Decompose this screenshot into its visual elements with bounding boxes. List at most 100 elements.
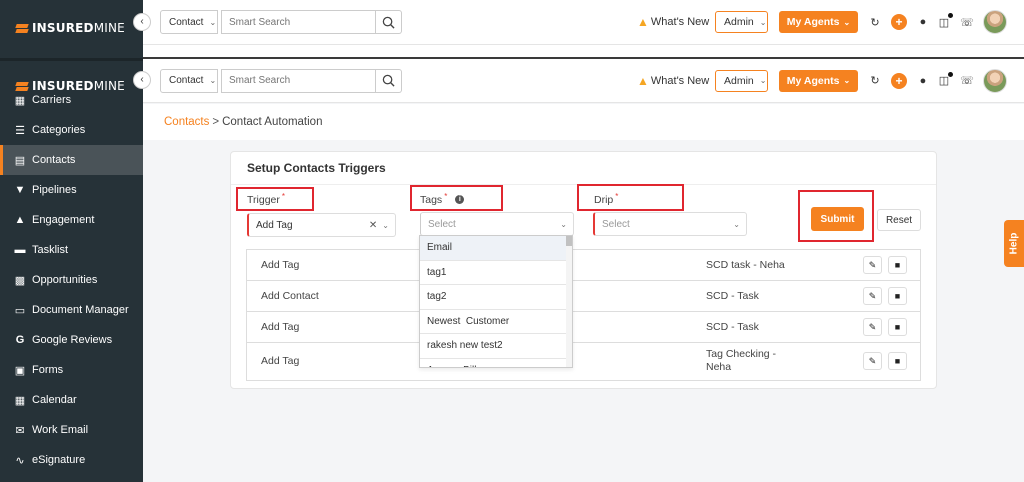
sidebar-item-tasklist[interactable]: ▬ Tasklist [0, 235, 143, 265]
sidebar-item-esignature[interactable]: ∿ eSignature [0, 445, 143, 475]
dropdown-option[interactable]: rakesh new test2 [420, 334, 572, 359]
top-header-secondary: Contact⌄ ▲ What's New Admin⌄ My Agents⌄ … [143, 59, 1024, 103]
phone-icon[interactable]: ☏ [959, 73, 975, 89]
dropdown-option[interactable]: Email [420, 236, 572, 261]
dropdown-option[interactable]: Agency Bill [420, 359, 572, 367]
my-agents-button[interactable]: My Agents ⌄ [779, 11, 858, 33]
help-tab[interactable]: Help [1004, 220, 1024, 267]
refresh-icon[interactable]: ↻ [867, 73, 883, 89]
pencil-icon: ✎ [868, 355, 877, 366]
my-agents-button[interactable]: My Agents ⌄ [779, 69, 858, 92]
avatar[interactable] [983, 68, 1007, 93]
sidebar-item-forms[interactable]: ▣ Forms [0, 355, 143, 385]
add-button[interactable]: + [891, 14, 907, 30]
submit-button[interactable]: Submit [811, 207, 864, 231]
tags-select[interactable]: Select ⌄ [420, 212, 574, 236]
contact-type-select[interactable]: Contact ⌄ [160, 10, 218, 34]
chevron-down-icon: ⌄ [759, 76, 767, 85]
bell-icon[interactable]: ● [915, 14, 931, 30]
flame-icon: ▲ [637, 73, 649, 88]
edit-button[interactable]: ✎ [863, 352, 882, 370]
edit-button[interactable]: ✎ [863, 318, 882, 336]
table-row: Add Contact SCD - Task ✎ ■ [247, 281, 920, 312]
logo-icon [16, 22, 28, 34]
plus-icon: + [891, 72, 907, 89]
add-button[interactable]: + [891, 72, 907, 89]
smart-search-input[interactable] [221, 68, 376, 93]
chevron-down-icon: ⌄ [560, 219, 567, 229]
highlight-trigger [236, 187, 314, 211]
plus-icon: + [891, 14, 907, 30]
sidebar-item-pipelines[interactable]: ▼ Pipelines [0, 175, 143, 205]
sidebar-item-categories[interactable]: ☰ Categories [0, 115, 143, 145]
sidebar-item-work-email[interactable]: ✉ Work Email [0, 415, 143, 445]
delete-button[interactable]: ■ [888, 352, 907, 370]
calendar-icon: ▦ [14, 394, 26, 407]
notifications-icon[interactable]: ◫ [936, 13, 953, 30]
reset-button[interactable]: Reset [877, 209, 921, 231]
sidebar-item-engagement[interactable]: ▲ Engagement [0, 205, 143, 235]
notifications-icon[interactable]: ◫ [936, 71, 953, 89]
phone-icon[interactable]: ☏ [959, 14, 975, 30]
highlight-drip [577, 184, 684, 211]
delete-button[interactable]: ■ [888, 318, 907, 336]
google-icon: G [15, 334, 25, 346]
funnel-icon: ▼ [14, 184, 26, 196]
sidebar-item-contacts[interactable]: ▤ Contacts [0, 145, 143, 175]
sidebar-item-calendar[interactable]: ▦ Calendar [0, 385, 143, 415]
notification-dot [948, 13, 953, 18]
bell-icon[interactable]: ● [915, 73, 931, 89]
drip-select[interactable]: Select ⌄ [593, 212, 747, 236]
dropdown-option[interactable]: tag1 [420, 261, 572, 285]
sidebar-divider [0, 58, 143, 61]
edit-button[interactable]: ✎ [863, 287, 882, 305]
signature-icon: ∿ [15, 454, 25, 467]
trash-icon: ■ [894, 291, 901, 301]
dropdown-option[interactable]: Newest Customer [420, 310, 572, 334]
search-button[interactable] [376, 68, 402, 93]
delete-button[interactable]: ■ [888, 256, 907, 274]
scrollbar-thumb[interactable] [566, 236, 572, 246]
triggers-table: Add Tag SCD task - Neha ✎ ■ Add Contact … [246, 249, 921, 381]
dropdown-option[interactable]: tag2 [420, 285, 572, 310]
email-icon: ✉ [15, 424, 25, 437]
sidebar-collapse-button[interactable]: ‹ [133, 13, 151, 31]
tags-dropdown-menu: Email tag1 tag2 Newest Customer rakesh n… [419, 235, 573, 368]
sidebar-item-opportunities[interactable]: ▩ Opportunities [0, 265, 143, 295]
breadcrumb: Contacts > Contact Automation [143, 104, 1024, 140]
dropdown-scrollbar[interactable] [566, 236, 572, 367]
table-row: Add Tag SCD task - Neha ✎ ■ [247, 250, 920, 281]
search-button[interactable] [376, 10, 402, 34]
trigger-select[interactable]: Add Tag ✕ ⌄ [247, 213, 396, 237]
top-header: Contact⌄ ▲ What's New Admin⌄ My Agents⌄ … [143, 0, 1024, 45]
admin-select[interactable]: Admin ⌄ [715, 69, 768, 92]
pencil-icon: ✎ [868, 321, 877, 332]
folder-icon: ▭ [14, 304, 26, 317]
pencil-icon: ✎ [868, 290, 877, 301]
table-row: Add Tag SCD - Task ✎ ■ [247, 312, 920, 343]
edit-button[interactable]: ✎ [863, 256, 882, 274]
whats-new-link[interactable]: ▲ What's New [637, 74, 709, 88]
search-icon [382, 16, 395, 29]
megaphone-icon: ▲ [14, 214, 26, 226]
smart-search-input[interactable] [221, 10, 376, 34]
notification-dot [948, 71, 953, 77]
sidebar-item-google-reviews[interactable]: G Google Reviews [0, 325, 143, 355]
clear-icon[interactable]: ✕ [369, 220, 377, 231]
chevron-left-icon: ‹ [140, 74, 144, 85]
delete-button[interactable]: ■ [888, 287, 907, 305]
brand-logo[interactable]: INSURED MINE [16, 21, 125, 35]
sidebar: INSURED MINE INSURED MINE ▦ Carriers ☰ Cat… [0, 0, 143, 482]
contact-type-select[interactable]: Contact ⌄ [160, 68, 218, 93]
breadcrumb-contacts-link[interactable]: Contacts [164, 116, 209, 128]
table-row: Add Tag Tag Checking - Neha ✎ ■ [247, 343, 920, 380]
avatar[interactable] [983, 10, 1007, 34]
sidebar-item-carriers[interactable]: ▦ Carriers [0, 85, 143, 115]
refresh-icon[interactable]: ↻ [867, 14, 883, 30]
admin-select[interactable]: Admin ⌄ [715, 11, 768, 33]
sidebar-item-document-manager[interactable]: ▭ Document Manager [0, 295, 143, 325]
whats-new-link[interactable]: ▲ What's New [637, 15, 709, 29]
sidebar-collapse-button[interactable]: ‹ [133, 71, 151, 89]
chevron-down-icon: ⌄ [843, 76, 851, 85]
trash-icon: ■ [894, 356, 901, 366]
